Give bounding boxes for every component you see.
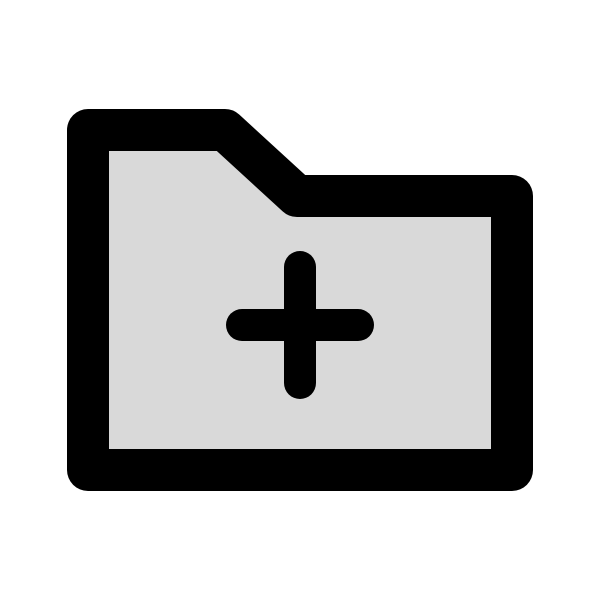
folder-add-icon <box>0 0 600 600</box>
icon-canvas <box>0 0 600 600</box>
folder-add-icon-svg <box>67 109 533 491</box>
